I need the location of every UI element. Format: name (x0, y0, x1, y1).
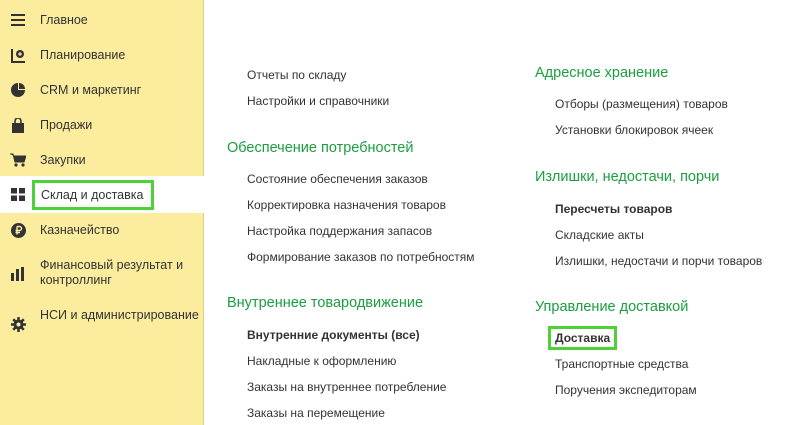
link-forwarder-assignments[interactable]: Поручения экспедиторам (555, 383, 697, 397)
link-surplus-shortage-damage[interactable]: Излишки, недостачи и порчи товаров (555, 254, 762, 268)
section-title-internal-movement: Внутреннее товародвижение (227, 295, 424, 311)
link-cell-lock-settings[interactable]: Установки блокировок ячеек (555, 123, 713, 137)
menu-lines-icon (10, 12, 26, 28)
bar-chart-icon (10, 266, 26, 282)
sidebar-item-main[interactable]: Главное (0, 10, 204, 30)
link-delivery[interactable]: Доставка (548, 326, 618, 350)
link-internal-consumption-orders[interactable]: Заказы на внутреннее потребление (247, 380, 446, 394)
sidebar-item-admin[interactable]: НСИ и администрирование (0, 306, 204, 342)
link-stock-maintenance-settings[interactable]: Настройка поддержания запасов (247, 224, 432, 238)
planning-chart-icon (10, 47, 26, 63)
link-vehicles[interactable]: Транспортные средства (555, 357, 688, 371)
sidebar-item-treasury[interactable]: Казначейство (0, 220, 204, 240)
link-order-provision-status[interactable]: Состояние обеспечения заказов (247, 172, 428, 186)
link-invoices-to-process[interactable]: Накладные к оформлению (247, 354, 396, 368)
sidebar-item-purchases[interactable]: Закупки (0, 150, 204, 170)
sidebar-item-label: Главное (40, 12, 88, 27)
section-title-demand-supply: Обеспечение потребностей (227, 140, 414, 156)
shopping-cart-icon (10, 152, 26, 168)
section-title-address-storage: Адресное хранение (535, 65, 669, 81)
section-title-delivery-management: Управление доставкой (535, 299, 689, 315)
sidebar-item-label: Планирование (40, 47, 126, 62)
link-demand-order-generation[interactable]: Формирование заказов по потребностям (247, 250, 475, 264)
section-title-surplus-shortage: Излишки, недостачи, порчи (535, 169, 720, 185)
link-goods-recount[interactable]: Пересчеты товаров (555, 202, 672, 216)
sidebar-item-label: Склад и доставка (32, 179, 155, 210)
link-goods-assignment-correction[interactable]: Корректировка назначения товаров (247, 198, 446, 212)
shopping-bag-icon (10, 117, 26, 133)
sidebar-item-label: НСИ и администрирование (40, 308, 199, 322)
sidebar: Главное Планирование CRM и маркетинг Про… (0, 0, 205, 425)
link-internal-documents-all[interactable]: Внутренние документы (все) (247, 328, 420, 342)
link-warehouse-acts[interactable]: Складские акты (555, 228, 644, 242)
sidebar-item-sales[interactable]: Продажи (0, 115, 204, 135)
link-picking-placements[interactable]: Отборы (размещения) товаров (555, 97, 728, 111)
sidebar-item-label: Финансовый результат и контроллинг (40, 258, 184, 287)
sidebar-item-warehouse[interactable]: Склад и доставка (0, 176, 205, 213)
sidebar-item-finance[interactable]: Финансовый результат и контроллинг (0, 256, 204, 292)
warehouse-grid-icon (10, 187, 26, 203)
sidebar-item-label: Продажи (40, 117, 93, 132)
pie-chart-icon (10, 82, 26, 98)
link-warehouse-reports[interactable]: Отчеты по складу (247, 68, 346, 82)
sidebar-item-planning[interactable]: Планирование (0, 45, 204, 65)
gear-icon (10, 316, 26, 332)
sidebar-item-label: Казначейство (40, 222, 120, 237)
ruble-coin-icon (10, 222, 26, 238)
link-settings-and-catalogs[interactable]: Настройки и справочники (247, 94, 389, 108)
link-transfer-orders[interactable]: Заказы на перемещение (247, 406, 385, 420)
sidebar-item-label: CRM и маркетинг (40, 82, 142, 97)
sidebar-item-crm[interactable]: CRM и маркетинг (0, 80, 204, 100)
sidebar-item-label: Закупки (40, 152, 86, 167)
